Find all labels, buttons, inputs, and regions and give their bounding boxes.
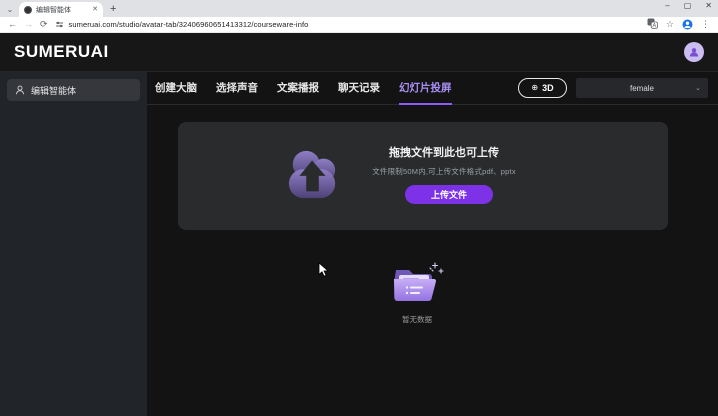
toolbar-right: ⊕ 3D female ⌄ bbox=[518, 72, 708, 104]
url-box[interactable]: sumeruai.com/studio/avatar-tab/324069606… bbox=[55, 20, 640, 29]
chevron-down-icon: ⌄ bbox=[695, 84, 701, 92]
browser-profile-avatar[interactable] bbox=[682, 19, 693, 30]
upload-text-block: 拖拽文件到此也可上传 文件限制50M内,可上传文件格式pdf、pptx bbox=[328, 144, 560, 177]
tab-slide-projection[interactable]: 幻灯片投屏 bbox=[399, 72, 452, 105]
browser-tab-strip: ⌄ 编辑智能体 ✕ + – ▢ ✕ bbox=[0, 0, 718, 17]
sidebar-item-label: 编辑智能体 bbox=[31, 84, 76, 97]
browser-tab-title: 编辑智能体 bbox=[36, 5, 88, 15]
address-bar-actions: A ☆ ⋮ bbox=[647, 16, 710, 34]
translate-icon[interactable]: A bbox=[647, 16, 658, 34]
tab-select-voice[interactable]: 选择声音 bbox=[216, 72, 258, 105]
bookmark-star-icon[interactable]: ☆ bbox=[666, 19, 674, 30]
app-header: SUMERUAI bbox=[0, 33, 718, 72]
tab-close-icon[interactable]: ✕ bbox=[92, 6, 98, 13]
toolbar: 创建大脑 选择声音 文案播报 聊天记录 幻灯片投屏 ⊕ 3D female ⌄ bbox=[147, 72, 718, 105]
mouse-cursor bbox=[318, 262, 330, 283]
upload-hint: 文件限制50M内,可上传文件格式pdf、pptx bbox=[328, 166, 560, 177]
window-controls: – ▢ ✕ bbox=[665, 2, 712, 10]
person-icon bbox=[688, 46, 700, 58]
new-tab-button[interactable]: + bbox=[110, 4, 116, 15]
browser-menu-icon[interactable]: ⋮ bbox=[701, 19, 710, 30]
url-text[interactable]: sumeruai.com/studio/avatar-tab/324069606… bbox=[69, 20, 309, 29]
tab-chat-history[interactable]: 聊天记录 bbox=[338, 72, 380, 105]
tab-script-broadcast[interactable]: 文案播报 bbox=[277, 72, 319, 105]
screen: ⌄ 编辑智能体 ✕ + – ▢ ✕ ← → ⟳ sumeru bbox=[0, 0, 718, 416]
empty-state-label: 暂无数据 bbox=[385, 314, 449, 325]
voice-model-value: female bbox=[630, 84, 654, 93]
user-avatar[interactable] bbox=[684, 42, 704, 62]
voice-model-select[interactable]: female ⌄ bbox=[576, 78, 708, 98]
tab-create-brain[interactable]: 创建大脑 bbox=[155, 72, 197, 105]
close-button[interactable]: ✕ bbox=[705, 2, 712, 10]
site-info-icon[interactable] bbox=[55, 20, 64, 29]
empty-state: 暂无数据 bbox=[385, 260, 449, 325]
maximize-button[interactable]: ▢ bbox=[684, 2, 692, 10]
app-logo: SUMERUAI bbox=[14, 42, 109, 62]
person-outline-icon bbox=[15, 85, 25, 95]
main-panel: 创建大脑 选择声音 文案播报 聊天记录 幻灯片投屏 ⊕ 3D female ⌄ bbox=[147, 72, 718, 416]
browser-tab[interactable]: 编辑智能体 ✕ bbox=[19, 2, 103, 17]
back-icon[interactable]: ← bbox=[8, 20, 17, 29]
reload-icon[interactable]: ⟳ bbox=[40, 20, 48, 29]
svg-text:A: A bbox=[652, 23, 656, 29]
sidebar-item-edit-agent[interactable]: 编辑智能体 bbox=[7, 79, 140, 101]
mode-3d-icon: ⊕ bbox=[531, 84, 538, 92]
sidebar: 编辑智能体 bbox=[0, 72, 147, 416]
upload-title: 拖拽文件到此也可上传 bbox=[328, 144, 560, 160]
upload-dropzone[interactable]: 拖拽文件到此也可上传 文件限制50M内,可上传文件格式pdf、pptx 上传文件 bbox=[178, 122, 668, 230]
nav-tabs: 创建大脑 选择声音 文案播报 聊天记录 幻灯片投屏 bbox=[155, 72, 452, 104]
mode-3d-label: 3D bbox=[542, 84, 554, 93]
tab-search-chevron-icon[interactable]: ⌄ bbox=[3, 3, 17, 16]
minimize-button[interactable]: – bbox=[665, 2, 669, 10]
upload-file-button[interactable]: 上传文件 bbox=[405, 185, 493, 204]
mode-3d-button[interactable]: ⊕ 3D bbox=[518, 78, 567, 98]
favicon-icon bbox=[24, 6, 32, 14]
browser-address-bar: ← → ⟳ sumeruai.com/studio/avatar-tab/324… bbox=[0, 17, 718, 33]
forward-icon[interactable]: → bbox=[24, 20, 33, 29]
empty-folder-icon bbox=[389, 260, 445, 306]
